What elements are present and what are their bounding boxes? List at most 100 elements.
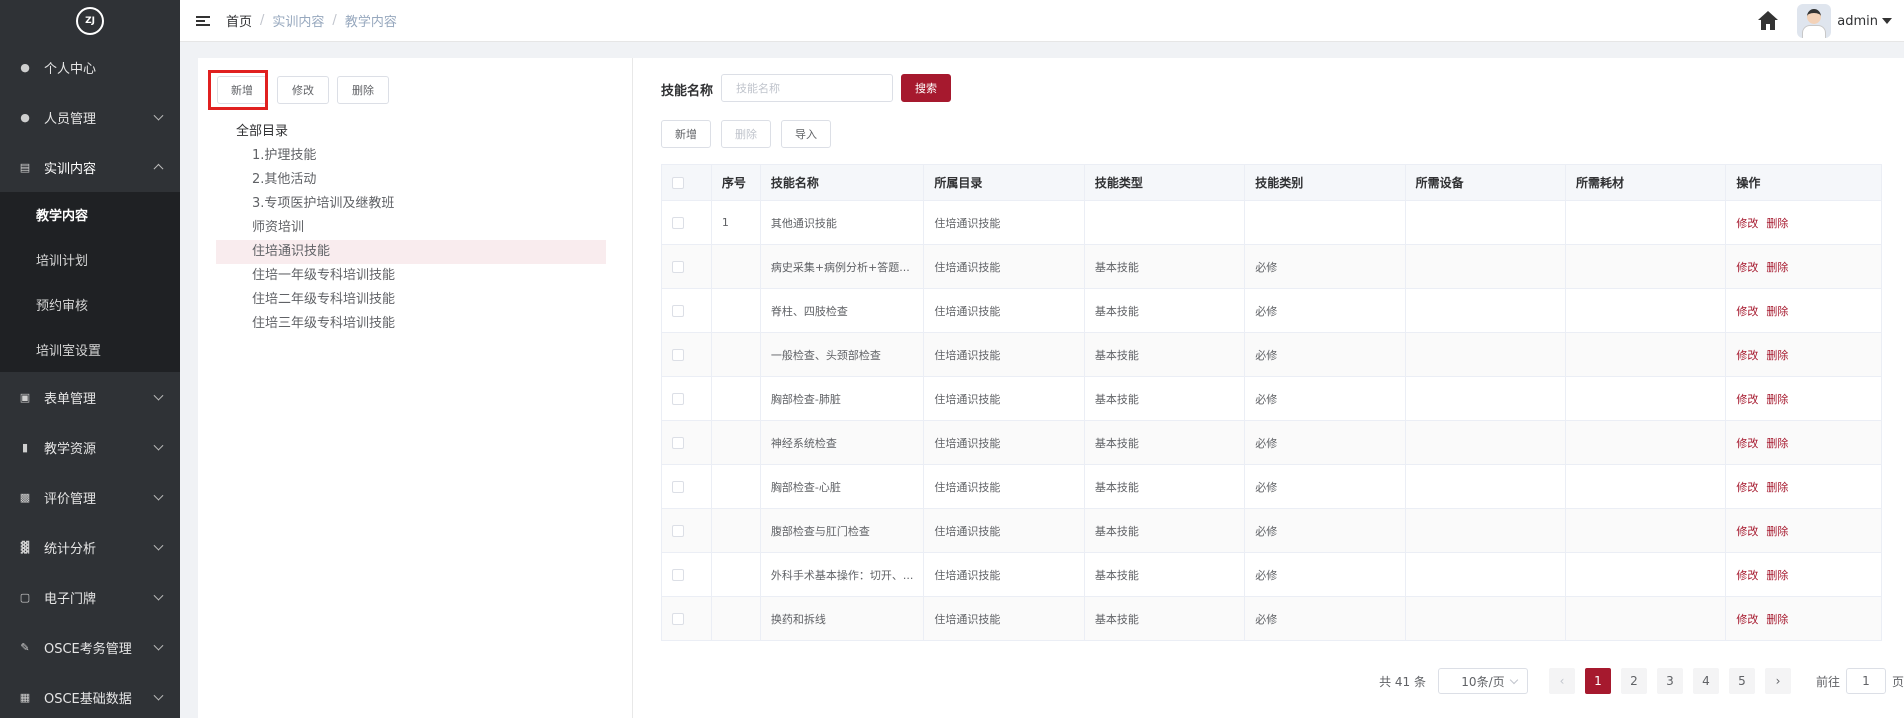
row-edit-link[interactable]: 修改 xyxy=(1736,613,1758,626)
row-delete-link[interactable]: 删除 xyxy=(1766,613,1788,626)
menu-item-osce-exam[interactable]: ✎ OSCE考务管理 xyxy=(0,622,180,672)
cell-actions: 修改 删除 xyxy=(1725,508,1882,553)
cell-skill-category: 必修 xyxy=(1244,376,1406,421)
row-delete-link[interactable]: 删除 xyxy=(1766,393,1788,406)
cell-actions: 修改 删除 xyxy=(1725,596,1882,641)
row-delete-link[interactable]: 删除 xyxy=(1766,569,1788,582)
tree-node[interactable]: 2.其他活动 xyxy=(216,168,606,192)
cell-consumables xyxy=(1565,464,1727,509)
row-edit-link[interactable]: 修改 xyxy=(1736,349,1758,362)
goto-page-input[interactable]: 1 xyxy=(1845,668,1886,694)
row-checkbox[interactable] xyxy=(672,261,684,273)
submenu-item-teaching-content[interactable]: 教学内容 xyxy=(0,192,180,237)
caret-down-icon[interactable] xyxy=(1882,18,1892,24)
cell-consumables xyxy=(1565,376,1727,421)
menu-item-resources[interactable]: ▮ 教学资源 xyxy=(0,422,180,472)
row-checkbox[interactable] xyxy=(672,393,684,405)
search-label: 技能名称 xyxy=(661,84,714,99)
cell-directory: 住培通识技能 xyxy=(923,596,1085,641)
row-checkbox[interactable] xyxy=(672,305,684,317)
menu-item-training-content[interactable]: ▤ 实训内容 xyxy=(0,142,180,192)
tree-node[interactable]: 3.专项医护培训及继教班 xyxy=(216,192,606,216)
page-size-select[interactable]: 10条/页 xyxy=(1437,668,1528,694)
tree-node[interactable]: 住培一年级专科培训技能 xyxy=(216,264,606,288)
cell-directory: 住培通识技能 xyxy=(923,200,1085,245)
column-header: 所属目录 xyxy=(923,164,1085,201)
avatar[interactable] xyxy=(1797,4,1832,38)
submenu-item-training-plan[interactable]: 培训计划 xyxy=(0,237,180,282)
cell-consumables xyxy=(1565,552,1727,597)
search-button[interactable]: 搜索 xyxy=(901,74,951,102)
row-delete-link[interactable]: 删除 xyxy=(1766,481,1788,494)
breadcrumb-home[interactable]: 首页 xyxy=(226,11,252,30)
submenu-item-booking-review[interactable]: 预约审核 xyxy=(0,282,180,327)
row-checkbox[interactable] xyxy=(672,217,684,229)
page-button[interactable]: 3 xyxy=(1656,668,1683,694)
row-checkbox[interactable] xyxy=(672,525,684,537)
search-input[interactable]: 技能名称 xyxy=(721,74,893,102)
cell-equipment xyxy=(1404,596,1567,641)
content-panel: 新增 修改 删除 全部目录 1.护理技能 2.其他活动 3.专项医护培训及继教班… xyxy=(198,58,1904,718)
row-checkbox[interactable] xyxy=(672,569,684,581)
cell-skill-type: 基本技能 xyxy=(1083,332,1246,377)
tree-delete-button[interactable]: 删除 xyxy=(337,76,389,104)
row-delete-link[interactable]: 删除 xyxy=(1766,217,1788,230)
menu-item-door-sign[interactable]: ▢ 电子门牌 xyxy=(0,572,180,622)
submenu-item-room-settings[interactable]: 培训室设置 xyxy=(0,327,180,372)
menu-item-evaluation[interactable]: ▩ 评价管理 xyxy=(0,472,180,522)
cell-equipment xyxy=(1404,376,1567,421)
tree-node[interactable]: 住培二年级专科培训技能 xyxy=(216,288,606,312)
cell-no xyxy=(710,288,761,333)
menu-item-staff[interactable]: ● 人员管理 xyxy=(0,92,180,142)
tree-node[interactable]: 住培三年级专科培训技能 xyxy=(216,312,606,336)
row-edit-link[interactable]: 修改 xyxy=(1736,481,1758,494)
page-button[interactable]: 2 xyxy=(1620,668,1647,694)
row-delete-link[interactable]: 删除 xyxy=(1766,437,1788,450)
menu-label: 表单管理 xyxy=(44,391,97,407)
row-edit-link[interactable]: 修改 xyxy=(1736,305,1758,318)
menu-toggle-icon[interactable] xyxy=(196,14,210,28)
cell-actions: 修改 删除 xyxy=(1725,420,1882,465)
row-edit-link[interactable]: 修改 xyxy=(1736,261,1758,274)
tree-node[interactable]: 1.护理技能 xyxy=(216,144,606,168)
column-header: 所需耗材 xyxy=(1565,164,1727,201)
row-checkbox[interactable] xyxy=(672,437,684,449)
row-delete-link[interactable]: 删除 xyxy=(1766,349,1788,362)
row-delete-link[interactable]: 删除 xyxy=(1766,261,1788,274)
tree-node-selected[interactable]: 住培通识技能 xyxy=(216,240,606,264)
cell-consumables xyxy=(1565,200,1727,245)
prev-page-button[interactable]: ‹ xyxy=(1548,668,1575,694)
tree-node[interactable]: 师资培训 xyxy=(216,216,606,240)
menu-item-personal[interactable]: ● 个人中心 xyxy=(0,42,180,92)
page-button[interactable]: 1 xyxy=(1584,668,1611,694)
row-checkbox[interactable] xyxy=(672,613,684,625)
row-edit-link[interactable]: 修改 xyxy=(1736,569,1758,582)
row-checkbox[interactable] xyxy=(672,349,684,361)
row-checkbox[interactable] xyxy=(672,481,684,493)
menu-item-osce-data[interactable]: ▦ OSCE基础数据 xyxy=(0,672,180,718)
select-all-checkbox[interactable] xyxy=(672,177,684,189)
import-button[interactable]: 导入 xyxy=(781,120,831,148)
cell-skill-type: 基本技能 xyxy=(1083,552,1246,597)
row-edit-link[interactable]: 修改 xyxy=(1736,217,1758,230)
tree-root[interactable]: 全部目录 xyxy=(216,120,606,144)
page-button[interactable]: 5 xyxy=(1728,668,1755,694)
page-button[interactable]: 4 xyxy=(1692,668,1719,694)
next-page-button[interactable]: › xyxy=(1764,668,1791,694)
user-name[interactable]: admin xyxy=(1837,14,1878,29)
add-skill-button[interactable]: 新增 xyxy=(661,120,711,148)
menu-item-forms[interactable]: ▣ 表单管理 xyxy=(0,372,180,422)
menu-item-statistics[interactable]: ▓ 统计分析 xyxy=(0,522,180,572)
row-delete-link[interactable]: 删除 xyxy=(1766,305,1788,318)
tree-edit-button[interactable]: 修改 xyxy=(277,76,329,104)
checkbox-cell xyxy=(661,376,712,421)
row-edit-link[interactable]: 修改 xyxy=(1736,393,1758,406)
row-edit-link[interactable]: 修改 xyxy=(1736,437,1758,450)
row-delete-link[interactable]: 删除 xyxy=(1766,525,1788,538)
row-edit-link[interactable]: 修改 xyxy=(1736,525,1758,538)
checkbox-cell xyxy=(661,288,712,333)
delete-skill-button[interactable]: 删除 xyxy=(721,120,771,148)
home-icon[interactable] xyxy=(1757,11,1779,31)
breadcrumb-training-content: 实训内容 xyxy=(272,15,325,30)
cell-skill-category: 必修 xyxy=(1244,596,1406,641)
